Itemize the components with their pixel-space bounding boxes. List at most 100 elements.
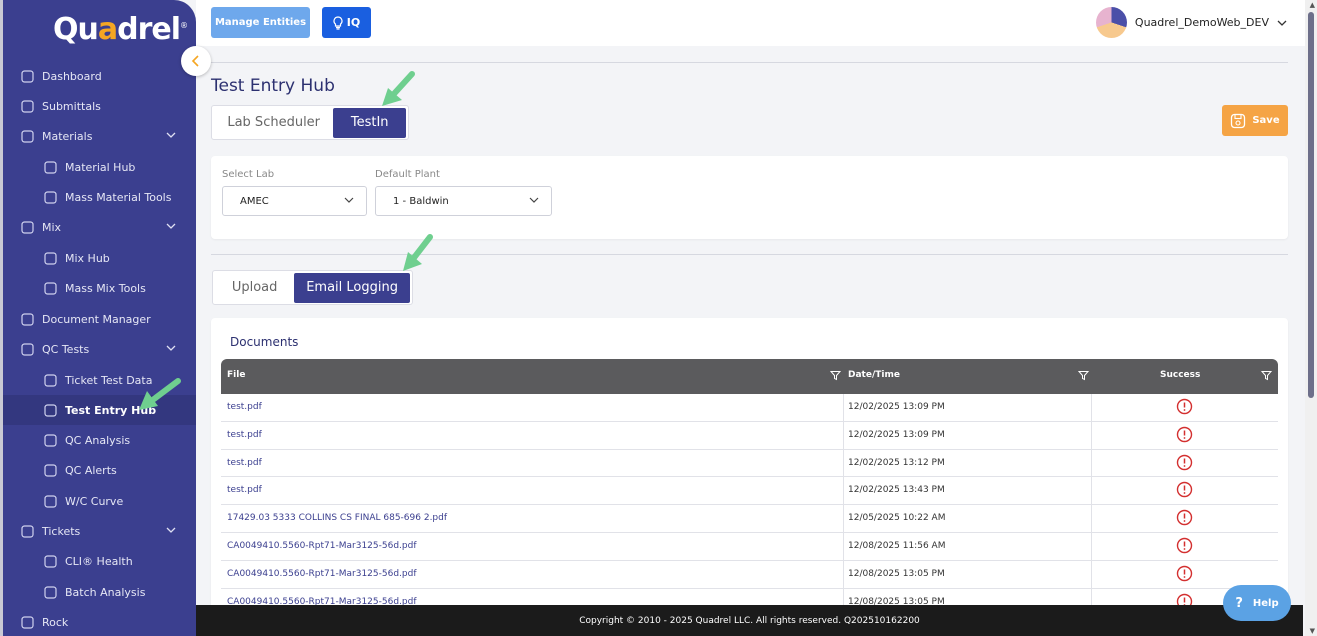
- sidebar-icon: [41, 279, 59, 297]
- save-button[interactable]: Save: [1222, 105, 1288, 136]
- table-row[interactable]: test.pdf 12/02/2025 13:12 PM: [221, 449, 1278, 478]
- default-plant-dropdown[interactable]: 1 - Baldwin: [375, 186, 552, 216]
- sidebar-item[interactable]: Rock: [3, 607, 196, 636]
- filter-icon[interactable]: [830, 370, 841, 381]
- page-title: Test Entry Hub: [211, 76, 335, 96]
- sidebar-item[interactable]: Dashboard: [3, 61, 196, 91]
- column-datetime[interactable]: Date/Time: [848, 370, 900, 380]
- sidebar-item[interactable]: W/C Curve: [3, 486, 196, 516]
- column-divider: [843, 449, 844, 477]
- column-divider: [1091, 532, 1092, 560]
- column-divider: [1091, 477, 1092, 505]
- file-link[interactable]: test.pdf: [227, 458, 262, 468]
- sidebar-item[interactable]: Mass Mix Tools: [3, 273, 196, 303]
- select-lab-value: AMEC: [240, 195, 269, 207]
- default-plant-value: 1 - Baldwin: [393, 195, 449, 207]
- error-icon: [1176, 482, 1193, 498]
- table-row[interactable]: 17429.03 5333 COLLINS CS FINAL 685-696 2…: [221, 505, 1278, 533]
- column-divider: [843, 505, 844, 532]
- help-button[interactable]: ? Help: [1223, 585, 1291, 621]
- sidebar-item[interactable]: Document Manager: [3, 304, 196, 334]
- sidebar-item-label: Material Hub: [65, 160, 136, 174]
- sidebar-item[interactable]: QC Alerts: [3, 455, 196, 485]
- sidebar-item[interactable]: Material Hub: [3, 152, 196, 182]
- file-link[interactable]: test.pdf: [227, 402, 262, 412]
- copyright-text: Copyright © 2010 - 2025 Quadrel LLC. All…: [579, 615, 920, 626]
- datetime-cell: 12/08/2025 13:05 PM: [848, 568, 945, 579]
- scroll-up-icon[interactable]: ▲: [1310, 1, 1315, 9]
- chevron-down-icon[interactable]: [166, 342, 176, 355]
- filter-icon[interactable]: [1261, 370, 1272, 381]
- default-plant-label: Default Plant: [375, 169, 440, 180]
- sidebar-item-label: QC Analysis: [65, 433, 131, 447]
- tab-testin[interactable]: TestIn: [333, 107, 406, 138]
- error-icon: [1176, 537, 1193, 554]
- table-row[interactable]: CA0049410.5560-Rpt71-Mar3125-56d.pdf 12/0…: [221, 532, 1278, 561]
- sidebar-item[interactable]: Submittals: [3, 91, 196, 121]
- sidebar-item[interactable]: Tickets: [3, 516, 196, 546]
- sidebar-item[interactable]: Mass Material Tools: [3, 182, 196, 212]
- file-link[interactable]: CA0049410.5560-Rpt71-Mar3125-56d.pdf: [227, 541, 416, 551]
- divider: [211, 62, 1288, 63]
- sidebar-item[interactable]: Mix: [3, 212, 196, 242]
- sidebar-item-label: CLI® Health: [65, 554, 133, 568]
- sidebar-item[interactable]: CLI® Health: [3, 546, 196, 576]
- collapse-sidebar-button[interactable]: [181, 46, 211, 76]
- sidebar-icon: [41, 188, 59, 206]
- manage-entities-button[interactable]: Manage Entities: [211, 7, 310, 38]
- user-name: Quadrel_DemoWeb_DEV: [1134, 16, 1269, 29]
- user-menu[interactable]: Quadrel_DemoWeb_DEV: [1095, 7, 1287, 38]
- table-row[interactable]: test.pdf 12/02/2025 13:09 PM: [221, 421, 1278, 450]
- table-row[interactable]: CA0049410.5560-Rpt71-Mar3125-56d.pdf 12/0…: [221, 560, 1278, 589]
- chevron-down-icon: [1277, 20, 1287, 26]
- sidebar-item-label: Mix: [42, 220, 62, 234]
- iq-button[interactable]: IQ: [322, 7, 371, 38]
- avatar: [1095, 7, 1127, 38]
- annotation-arrow-icon: [382, 71, 415, 106]
- column-divider: [1091, 394, 1092, 421]
- table-row[interactable]: test.pdf 12/02/2025 13:09 PM: [221, 394, 1278, 422]
- error-icon: [1176, 454, 1193, 470]
- sidebar-item[interactable]: Batch Analysis: [3, 577, 196, 607]
- page-scrollbar[interactable]: ▲ ▼: [1305, 0, 1317, 636]
- sidebar-item[interactable]: Mix Hub: [3, 243, 196, 273]
- sidebar-item-label: QC Alerts: [65, 463, 117, 477]
- select-lab-label: Select Lab: [222, 169, 275, 180]
- quadrel-logo[interactable]: Quaadreldrel®: [53, 12, 188, 47]
- tab-lab-scheduler[interactable]: Lab Scheduler: [214, 108, 333, 138]
- tab-email-logging[interactable]: Email Logging: [294, 272, 410, 303]
- datetime-cell: 12/08/2025 11:56 AM: [848, 540, 946, 551]
- sidebar-item[interactable]: QC Analysis: [3, 425, 196, 455]
- sidebar-item[interactable]: QC Tests: [3, 334, 196, 364]
- sidebar-item[interactable]: Materials: [3, 121, 196, 151]
- table-row[interactable]: test.pdf 12/02/2025 13:43 PM: [221, 477, 1278, 506]
- column-success[interactable]: Success: [1160, 370, 1200, 380]
- scroll-thumb[interactable]: [1308, 12, 1314, 398]
- sidebar-item-label: Submittals: [42, 99, 101, 113]
- datetime-cell: 12/02/2025 13:12 PM: [848, 457, 945, 468]
- sidebar-item-label: Mix Hub: [65, 251, 110, 265]
- file-link[interactable]: test.pdf: [227, 485, 262, 495]
- column-file[interactable]: File: [227, 370, 245, 380]
- column-divider: [843, 421, 844, 449]
- sidebar-icon: [18, 522, 36, 540]
- file-link[interactable]: test.pdf: [227, 430, 262, 440]
- error-icon: [1176, 565, 1193, 581]
- datetime-cell: 12/02/2025 13:09 PM: [848, 429, 945, 440]
- select-lab-dropdown[interactable]: AMEC: [222, 186, 367, 216]
- filters-card: [211, 156, 1288, 239]
- sidebar-icon: [18, 613, 36, 631]
- column-divider: [843, 477, 844, 505]
- file-link[interactable]: 17429.03 5333 COLLINS CS FINAL 685-696 2…: [227, 513, 447, 523]
- tab-upload[interactable]: Upload: [215, 273, 294, 303]
- sub-tabs: Upload Email Logging: [212, 270, 413, 305]
- chevron-down-icon[interactable]: [166, 129, 176, 142]
- chevron-down-icon[interactable]: [166, 524, 176, 537]
- sidebar-icon: [18, 127, 36, 145]
- file-link[interactable]: CA0049410.5560-Rpt71-Mar3125-56d.pdf: [227, 569, 416, 579]
- sidebar-icon: [41, 249, 59, 267]
- filter-icon[interactable]: [1078, 370, 1089, 381]
- scroll-down-icon[interactable]: ▼: [1310, 627, 1315, 635]
- sidebar-item-label: Mass Material Tools: [65, 190, 172, 204]
- chevron-down-icon[interactable]: [166, 220, 176, 233]
